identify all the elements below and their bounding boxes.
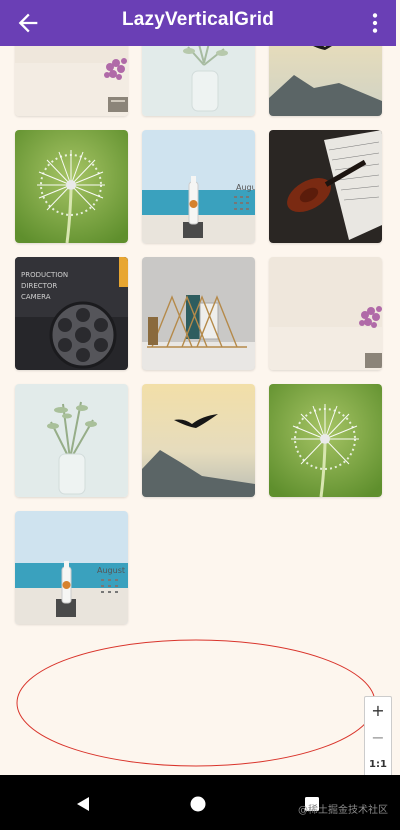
clapper-text: CAMERA (21, 293, 51, 301)
flying-bird-image (269, 46, 382, 116)
grid-tile-film[interactable]: PRODUCTION DIRECTOR CAMERA (15, 257, 128, 370)
zoom-reset-button[interactable]: 1:1 (365, 751, 391, 778)
grid-tile-dandelion[interactable] (15, 130, 128, 243)
grid-tile-bird[interactable] (142, 384, 255, 497)
zoom-out-button[interactable]: − (365, 724, 391, 751)
dandelion-image (269, 384, 382, 497)
system-nav-bar: @稀土掘金技术社区 (0, 775, 400, 830)
lavender-still-life-image (269, 257, 382, 370)
grid-tile-lavender[interactable] (15, 46, 128, 116)
watermark: @稀土掘金技术社区 (298, 805, 388, 816)
nav-home-icon[interactable] (183, 789, 213, 819)
calendar-month-label: August (236, 183, 255, 192)
grid-tile-violin[interactable] (269, 130, 382, 243)
app-bar: LazyVerticalGrid (0, 0, 396, 46)
calendar-month-label: August (97, 566, 125, 575)
violin-sheet-music-image (269, 130, 382, 243)
beach-bottle-calendar-image: August (15, 511, 128, 624)
film-clapperboard-reel-image: PRODUCTION DIRECTOR CAMERA (15, 257, 128, 370)
grid-tile-bookshelf[interactable] (142, 257, 255, 370)
grid-tile-bird[interactable] (269, 46, 382, 116)
zoom-in-button[interactable]: + (365, 697, 391, 724)
more-vert-icon[interactable] (362, 9, 388, 37)
annotation-ellipse (16, 639, 376, 767)
grid-tile-plant[interactable] (142, 46, 255, 116)
grid-tile-beach[interactable]: August (15, 511, 128, 624)
grid-tile-beach[interactable]: August (142, 130, 255, 243)
clapper-text: PRODUCTION (21, 271, 68, 279)
grid-tile-lavender[interactable] (269, 257, 382, 370)
clapper-text: DIRECTOR (21, 282, 57, 290)
grid-tile-dandelion[interactable] (269, 384, 382, 497)
lavender-still-life-image (15, 46, 128, 116)
nav-back-icon[interactable] (68, 789, 98, 819)
grid-tile-plant[interactable] (15, 384, 128, 497)
plant-in-vase-image (142, 46, 255, 116)
page-title: LazyVerticalGrid (121, 9, 275, 30)
beach-bottle-calendar-image: August (142, 130, 255, 243)
plant-in-vase-image (15, 384, 128, 497)
wire-bookshelf-image (142, 257, 255, 370)
dandelion-image (15, 130, 128, 243)
flying-bird-image (142, 384, 255, 497)
